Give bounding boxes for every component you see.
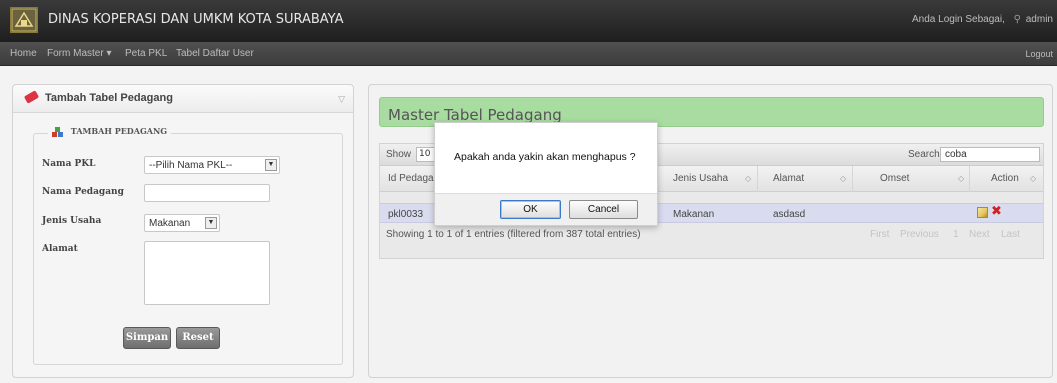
alamat-label: Alamat xyxy=(42,244,78,254)
panel-title: Tambah Tabel Pedagang xyxy=(45,92,173,104)
chevron-down-icon: ▼ xyxy=(265,159,277,171)
col-alamat[interactable]: Alamat xyxy=(773,173,804,184)
sort-icon: ◇ xyxy=(840,174,847,183)
dialog-body: Apakah anda yakin akan menghapus ? xyxy=(435,123,657,193)
nav-home[interactable]: Home xyxy=(10,48,37,59)
panel-header[interactable]: Tambah Tabel Pedagang ▽ xyxy=(13,85,353,113)
pager-page-1[interactable]: 1 xyxy=(953,229,959,240)
add-pedagang-panel: Tambah Tabel Pedagang ▽ TAMBAH PEDAGANG … xyxy=(12,84,354,378)
pager-next[interactable]: Next xyxy=(969,229,990,240)
cell-alamat: asdasd xyxy=(773,209,806,220)
col-omset[interactable]: Omset xyxy=(880,173,909,184)
confirm-delete-dialog: Apakah anda yakin akan menghapus ? OK Ca… xyxy=(434,122,658,226)
reset-button[interactable]: Reset xyxy=(176,327,220,349)
column-divider xyxy=(757,166,758,192)
cell-id: pkl0033 xyxy=(388,209,424,220)
dialog-footer: OK Cancel xyxy=(435,193,657,225)
form-legend: TAMBAH PEDAGANG xyxy=(48,126,172,137)
show-label: Show xyxy=(386,149,412,160)
table-footer: Showing 1 to 1 of 1 entries (filtered fr… xyxy=(380,224,1043,246)
search-label: Search: xyxy=(908,149,943,160)
city-logo-icon xyxy=(10,7,38,33)
pager-previous[interactable]: Previous xyxy=(900,229,939,240)
delete-icon[interactable]: ✖ xyxy=(991,205,1002,219)
top-bar: DINAS KOPERASI DAN UMKM KOTA SURABAYA An… xyxy=(0,0,1057,42)
legend-text: TAMBAH PEDAGANG xyxy=(70,126,168,136)
nama-pkl-selected: --Pilih Nama PKL-- xyxy=(149,160,233,171)
blocks-icon xyxy=(52,127,64,137)
edit-icon[interactable] xyxy=(977,207,988,218)
user-icon: ⚲ xyxy=(1013,14,1021,25)
pencil-icon xyxy=(23,90,40,104)
add-pedagang-form: TAMBAH PEDAGANG Nama PKL --Pilih Nama PK… xyxy=(33,126,343,365)
logout-link[interactable]: Logout xyxy=(1025,49,1053,59)
sort-icon: ◇ xyxy=(1030,174,1037,183)
nama-pedagang-label: Nama Pedagang xyxy=(42,187,124,197)
col-jenis-usaha[interactable]: Jenis Usaha xyxy=(673,173,728,184)
nama-pedagang-input[interactable] xyxy=(144,184,270,202)
login-prefix: Anda Login Sebagai, xyxy=(912,14,1005,25)
nav-peta-pkl[interactable]: Peta PKL xyxy=(125,48,167,59)
sort-icon: ◇ xyxy=(958,174,965,183)
jenis-usaha-select[interactable]: Makanan ▼ xyxy=(144,214,220,232)
column-divider xyxy=(969,166,970,192)
cell-jenis-usaha: Makanan xyxy=(673,209,715,220)
cancel-button[interactable]: Cancel xyxy=(569,200,638,219)
page-length-select[interactable]: 10 xyxy=(416,147,436,162)
sort-icon: ◇ xyxy=(745,174,752,183)
nama-pkl-label: Nama PKL xyxy=(42,159,96,169)
col-action: Action xyxy=(991,173,1019,184)
nav-form-master[interactable]: Form Master ▾ xyxy=(47,48,111,59)
pager-last[interactable]: Last xyxy=(1001,229,1020,240)
app-title: DINAS KOPERASI DAN UMKM KOTA SURABAYA xyxy=(48,12,344,27)
nav-tabel-daftar-user[interactable]: Tabel Daftar User xyxy=(176,48,254,59)
pager-first[interactable]: First xyxy=(870,229,889,240)
save-button[interactable]: Simpan xyxy=(123,327,171,349)
chevron-down-icon: ▼ xyxy=(205,217,217,229)
search-input[interactable]: coba xyxy=(940,147,1040,162)
table-info: Showing 1 to 1 of 1 entries (filtered fr… xyxy=(386,229,641,240)
jenis-usaha-selected: Makanan xyxy=(149,218,191,229)
jenis-usaha-label: Jenis Usaha xyxy=(42,216,102,226)
column-divider xyxy=(852,166,853,192)
alamat-textarea[interactable] xyxy=(144,241,270,305)
collapse-icon[interactable]: ▽ xyxy=(338,95,345,105)
username-link[interactable]: admin xyxy=(1026,14,1053,25)
nama-pkl-select[interactable]: --Pilih Nama PKL-- ▼ xyxy=(144,156,280,174)
login-info: Anda Login Sebagai, ⚲ admin xyxy=(912,14,1053,25)
dialog-message: Apakah anda yakin akan menghapus ? xyxy=(454,151,636,163)
nav-bar: Home Form Master ▾ Peta PKL Tabel Daftar… xyxy=(0,42,1057,66)
ok-button[interactable]: OK xyxy=(500,200,561,219)
